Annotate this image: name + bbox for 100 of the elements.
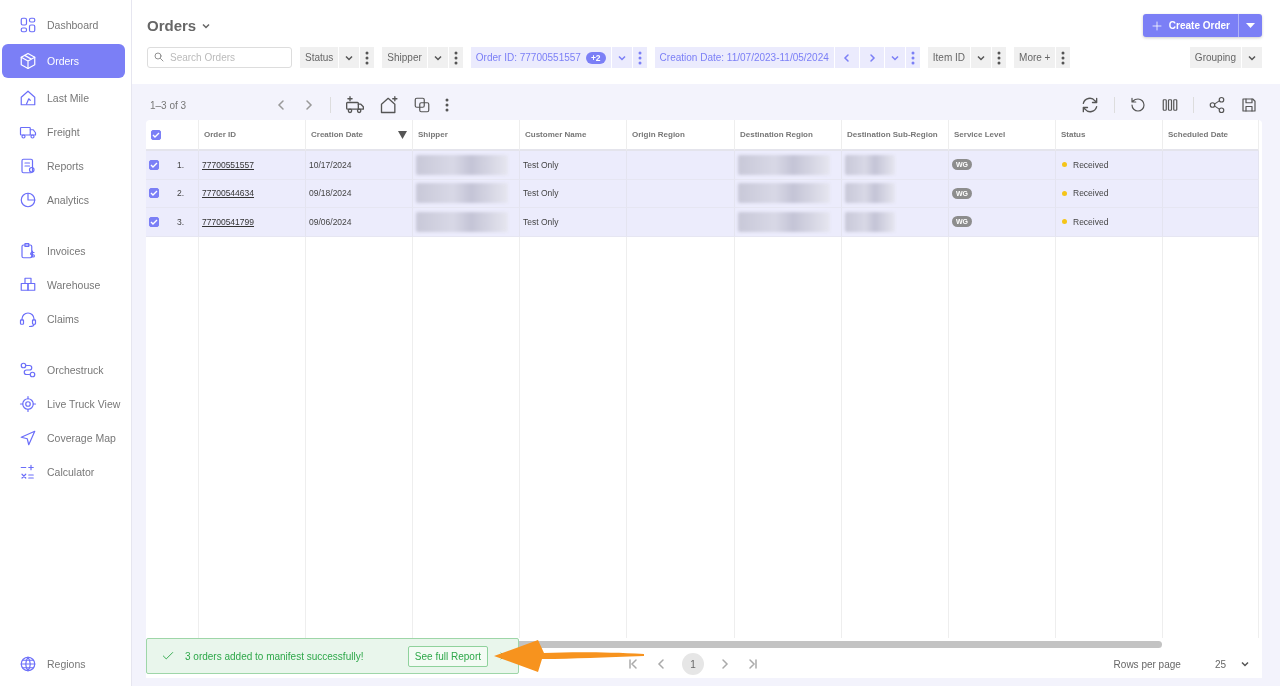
column-header[interactable]: Scheduled Date — [1168, 130, 1228, 139]
column-header[interactable]: Creation Date — [311, 130, 363, 139]
row-checkbox[interactable] — [149, 159, 159, 170]
status-text: Received — [1073, 216, 1109, 227]
sidebar-item[interactable]: Freight — [2, 117, 125, 146]
save-icon — [1240, 96, 1258, 114]
blurred-text — [845, 154, 895, 175]
sidebar-item[interactable]: Last Mile — [2, 83, 125, 112]
scrollbar[interactable] — [516, 640, 1162, 648]
column-header[interactable]: Customer Name — [525, 130, 587, 139]
chart-icon — [19, 190, 37, 209]
sidebar-item[interactable]: Claims — [2, 304, 125, 333]
table-cell: Test Only — [523, 159, 559, 170]
blurred-text — [845, 211, 895, 232]
navigation-icon — [19, 428, 37, 447]
table-cell: 09/06/2024 — [309, 216, 352, 227]
row-checkbox[interactable] — [149, 216, 159, 227]
target-icon — [19, 394, 37, 413]
rows-per-page-label: Rows per page — [1113, 658, 1181, 670]
report-icon — [19, 156, 37, 175]
calculator-icon — [19, 462, 37, 481]
columns-icon — [1161, 96, 1179, 114]
grouping-dropdown[interactable]: Grouping — [1189, 47, 1241, 68]
sidebar-item[interactable]: Invoices — [2, 236, 125, 265]
search-icon — [153, 51, 165, 63]
truck-add-icon — [345, 95, 365, 115]
copy-icon — [413, 96, 431, 114]
sidebar-item[interactable]: Orchestruck — [2, 355, 125, 384]
sidebar-item[interactable]: Analytics — [2, 185, 125, 214]
count-badge: +2 — [585, 51, 606, 64]
status-text: Received — [1073, 159, 1109, 170]
toast-message: 3 orders added to manifest successfully! — [185, 650, 365, 662]
sidebar-item[interactable]: Orders — [2, 44, 125, 78]
more-icon[interactable] — [910, 50, 915, 65]
order-link[interactable]: 77700544634 — [202, 188, 254, 199]
column-header[interactable]: Status — [1061, 130, 1086, 139]
search-field[interactable]: Search Orders — [147, 47, 292, 68]
more-icon[interactable] — [445, 98, 449, 112]
sidebar-item[interactable]: Coverage Map — [2, 423, 125, 452]
share-icon — [1208, 96, 1226, 114]
undo-icon — [1129, 96, 1147, 114]
sort-icon[interactable] — [398, 130, 407, 139]
page-title: Orders — [147, 17, 197, 34]
globe-icon — [19, 654, 37, 673]
plus-icon — [1150, 19, 1163, 32]
more-icon[interactable] — [365, 50, 370, 65]
order-link[interactable]: 77700541799 — [202, 216, 254, 227]
row-range: 1–3 of 3 — [150, 99, 188, 111]
last-page-icon[interactable] — [746, 657, 760, 671]
column-header[interactable]: Shipper — [418, 130, 448, 139]
boxes-icon — [19, 275, 37, 294]
order-link[interactable]: 77700551557 — [202, 159, 254, 170]
filter-chip[interactable]: Creation Date: 11/07/2023-11/05/2024 — [654, 47, 834, 68]
house-icon — [19, 88, 37, 107]
column-header[interactable]: Destination Sub-Region — [847, 130, 938, 139]
sidebar-item[interactable]: Warehouse — [2, 270, 125, 299]
see-report-button[interactable]: See full Report — [407, 645, 488, 667]
column-header[interactable]: Order ID — [204, 130, 236, 139]
house-add-icon — [379, 95, 399, 115]
sidebar-item[interactable]: Regions — [2, 649, 125, 678]
column-header[interactable]: Origin Region — [632, 130, 685, 139]
filter-chip[interactable]: Item ID — [927, 47, 971, 68]
row-number: 2. — [177, 188, 185, 199]
more-icon[interactable] — [1061, 50, 1066, 65]
blurred-text — [845, 183, 895, 204]
box-icon — [19, 52, 37, 70]
sidebar-item[interactable]: Live Truck View — [2, 389, 125, 418]
column-header[interactable]: Service Level — [954, 130, 1006, 139]
filter-chip[interactable]: Shipper — [382, 47, 427, 68]
sidebar-item[interactable]: Calculator — [2, 457, 125, 486]
create-order-button[interactable]: Create Order — [1142, 14, 1262, 37]
table-cell: Test Only — [523, 216, 559, 227]
row-checkbox[interactable] — [149, 188, 159, 199]
filter-chip[interactable]: More + — [1014, 47, 1056, 68]
first-page-icon[interactable] — [626, 657, 640, 671]
column-header[interactable]: Destination Region — [740, 130, 813, 139]
filter-chip[interactable]: Order ID: 77700551557 +2 — [470, 47, 611, 68]
more-icon[interactable] — [997, 50, 1002, 65]
rows-per-page-select[interactable]: 25 — [1214, 658, 1226, 670]
table-cell: Test Only — [523, 188, 559, 199]
filter-chip[interactable]: Status — [300, 47, 339, 68]
page-button[interactable]: 1 — [682, 653, 704, 675]
row-number: 1. — [177, 159, 185, 170]
table-cell: 10/17/2024 — [309, 159, 352, 170]
more-icon[interactable] — [637, 50, 642, 65]
refresh-icon — [1080, 95, 1100, 115]
more-icon[interactable] — [453, 50, 458, 65]
dashboard-icon — [19, 15, 37, 34]
invoice-icon — [19, 241, 37, 260]
caret-icon — [1240, 659, 1250, 669]
sidebar-item[interactable]: Reports — [2, 151, 125, 180]
headset-icon — [19, 309, 37, 328]
check-icon — [161, 649, 175, 663]
caret-icon[interactable] — [1246, 22, 1255, 29]
row-number: 3. — [177, 216, 185, 227]
table-cell: 09/18/2024 — [309, 188, 352, 199]
status-text: Received — [1073, 188, 1109, 199]
route-icon — [19, 360, 37, 379]
sidebar-item[interactable]: Dashboard — [2, 10, 125, 39]
select-all-checkbox[interactable] — [151, 129, 161, 140]
